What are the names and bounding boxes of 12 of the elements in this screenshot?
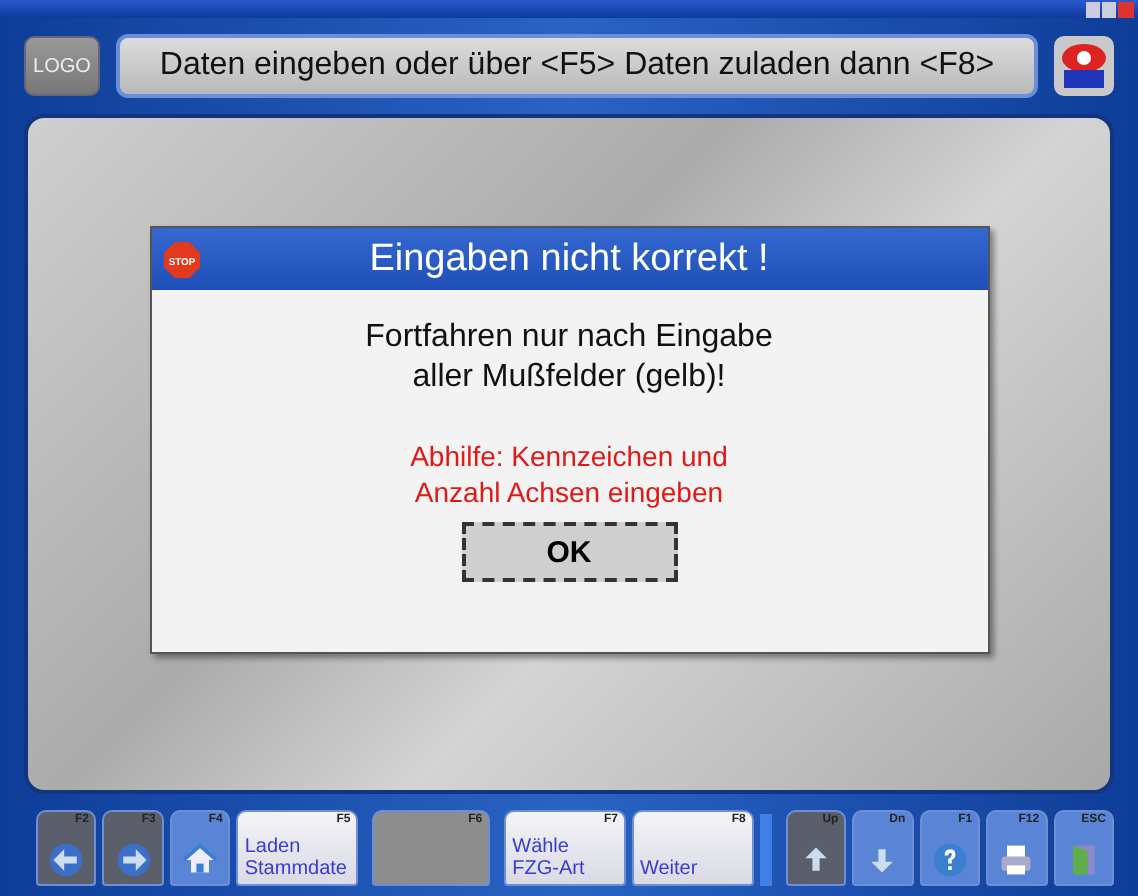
- dialog-message: Fortfahren nur nach Eingabe aller Mußfelder (gelb)!: [365, 318, 773, 398]
- eye-logo-icon[interactable]: [1054, 36, 1114, 96]
- help-icon: [931, 842, 968, 878]
- instruction-bar: Daten eingeben oder über <F5> Daten zuladen dann <F8>: [116, 34, 1038, 98]
- printer-icon: [998, 842, 1035, 878]
- home-icon: [182, 842, 219, 878]
- logo-button[interactable]: LOGO: [24, 36, 100, 96]
- key-separator: [759, 814, 772, 886]
- dialog-title: Eingaben nicht korrekt !: [369, 237, 769, 281]
- dialog-hint: Abhilfe: Kennzeichen und Anzahl Achsen eingeben: [410, 438, 728, 510]
- ok-button[interactable]: OK: [461, 522, 677, 582]
- window-controls-icon[interactable]: [1086, 1, 1134, 17]
